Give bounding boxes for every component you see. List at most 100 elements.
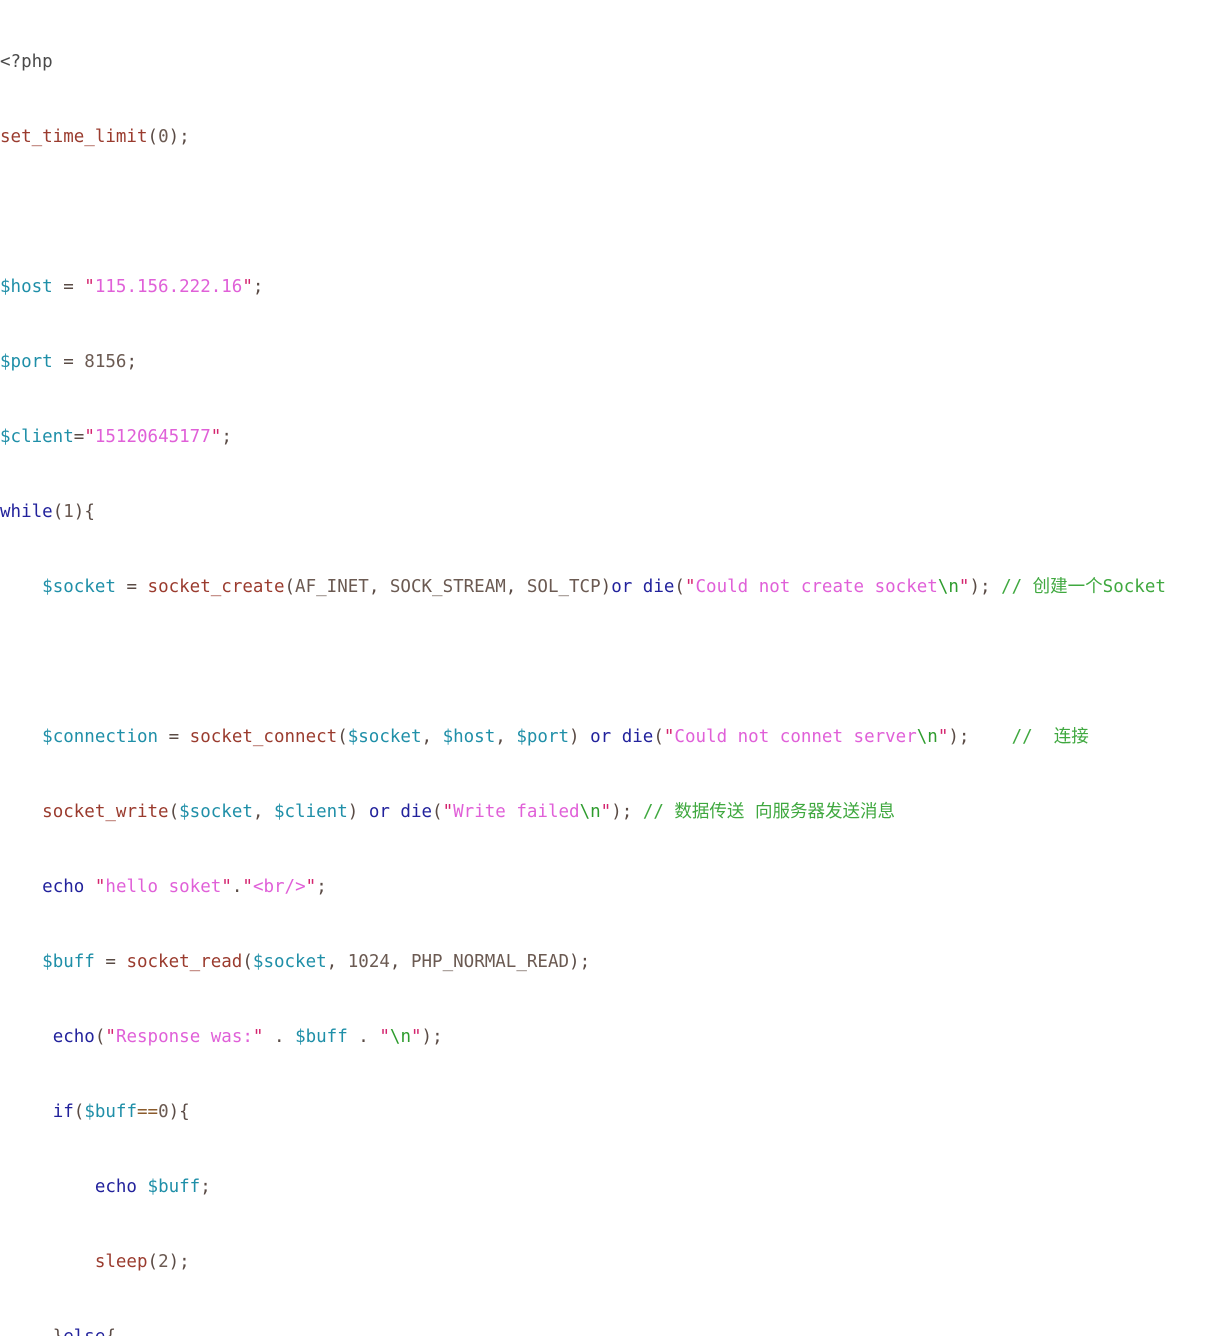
code-line-5: $port = 8156; — [0, 350, 1231, 375]
variable-client-arg: $client — [273, 802, 348, 822]
number-literal: 0 — [158, 1102, 169, 1122]
escape-newline: \n — [916, 727, 938, 747]
concat-operator: . — [263, 1027, 296, 1047]
variable-socket-arg: $socket — [347, 727, 422, 747]
paren-open: ( — [94, 1027, 106, 1047]
paren-close: ) — [347, 802, 369, 822]
string-host-value: 115.156.222.16 — [94, 277, 243, 297]
function-socket-connect: socket_connect — [189, 727, 338, 747]
paren-open: ( — [73, 1102, 85, 1122]
string-br-tag: <br/> — [252, 877, 306, 897]
comment-create-socket: // 创建一个Socket — [990, 577, 1166, 597]
quote-close: " — [410, 1027, 422, 1047]
assign-operator: = — [158, 727, 190, 747]
variable-buff: $buff — [84, 1102, 137, 1122]
code-listing[interactable]: <?php set_time_limit(0); $host = "115.15… — [0, 0, 1231, 1336]
statement-end: ; — [221, 427, 232, 447]
quote-open: " — [84, 277, 95, 297]
number-sleep-seconds: 2 — [158, 1252, 169, 1272]
quote-open: " — [242, 877, 253, 897]
function-set-time-limit: set_time_limit — [0, 127, 148, 147]
escape-newline: \n — [937, 577, 959, 597]
code-line-3-blank — [0, 200, 1231, 225]
code-line-17: sleep(2); — [0, 1250, 1231, 1275]
quote-close: " — [958, 577, 970, 597]
statement-end: ; — [316, 877, 327, 897]
code-line-7: while(1){ — [0, 500, 1231, 525]
variable-port-arg: $port — [516, 727, 570, 747]
block-open: ){ — [168, 1102, 190, 1122]
function-sleep: sleep — [94, 1252, 148, 1272]
code-line-16: echo $buff; — [0, 1175, 1231, 1200]
quote-close: " — [210, 427, 222, 447]
code-line-15: if($buff==0){ — [0, 1100, 1231, 1125]
paren-open: ( — [147, 1252, 159, 1272]
number-buffer-size: 1024 — [347, 952, 390, 972]
code-line-8: $socket = socket_create(AF_INET, SOCK_ST… — [0, 575, 1231, 600]
comment-connect: // 连接 — [969, 727, 1089, 747]
statement-end: ; — [126, 352, 137, 372]
code-line-6: $client="15120645177"; — [0, 425, 1231, 450]
arg-separator: , — [505, 577, 527, 597]
keyword-or-die: or die — [590, 727, 654, 747]
statement-end: ); — [168, 127, 190, 147]
variable-port: $port — [0, 352, 53, 372]
statement-end: ; — [252, 277, 264, 297]
code-line-18: }else{ — [0, 1325, 1231, 1336]
string-error-create: Could not create socket — [695, 577, 938, 597]
string-error-connect: Could not connet server — [674, 727, 917, 747]
arg-separator: , — [368, 577, 390, 597]
concat-operator: . — [231, 877, 243, 897]
block-close: } — [53, 1327, 64, 1336]
constant-sock-stream: SOCK_STREAM — [389, 577, 506, 597]
escape-newline: \n — [389, 1027, 411, 1047]
quote-close: " — [937, 727, 949, 747]
string-error-write: Write failed — [453, 802, 580, 822]
string-client-value: 15120645177 — [94, 427, 211, 447]
statement-end: ); — [421, 1027, 443, 1047]
assign-operator: = — [52, 277, 85, 297]
arg-separator: , — [389, 952, 411, 972]
code-line-12: echo "hello soket"."<br/>"; — [0, 875, 1231, 900]
variable-host-arg: $host — [442, 727, 496, 747]
number-port-value: 8156 — [84, 352, 127, 372]
code-line-9-blank — [0, 650, 1231, 675]
php-open-tag: <?php — [0, 52, 53, 72]
paren-close: ) — [600, 577, 612, 597]
constant-php-normal-read: PHP_NORMAL_READ — [410, 952, 570, 972]
escape-newline: \n — [579, 802, 601, 822]
variable-buff: $buff — [147, 1177, 201, 1197]
paren-open: ( — [242, 952, 253, 972]
quote-close: " — [305, 877, 317, 897]
variable-buff: $buff — [295, 1027, 348, 1047]
concat-operator: . — [347, 1027, 380, 1047]
quote-open: " — [84, 427, 95, 447]
function-socket-write: socket_write — [42, 802, 169, 822]
assign-operator: = — [94, 952, 127, 972]
keyword-echo: echo — [94, 1177, 137, 1197]
keyword-or-die: or die — [611, 577, 675, 597]
keyword-while: while — [0, 502, 53, 522]
paren-open: ( — [674, 577, 685, 597]
arg-separator: , — [326, 952, 348, 972]
paren-open: ( — [168, 802, 180, 822]
quote-open: " — [379, 1027, 390, 1047]
paren-open: ( — [147, 127, 159, 147]
arg-separator: , — [495, 727, 517, 747]
quote-open: " — [94, 877, 106, 897]
string-response-was: Response was: — [115, 1027, 253, 1047]
code-line-14: echo("Response was:" . $buff . "\n"); — [0, 1025, 1231, 1050]
quote-close: " — [600, 802, 612, 822]
assign-operator: = — [52, 352, 85, 372]
paren-close: ) — [569, 727, 591, 747]
paren-open: ( — [337, 727, 348, 747]
keyword-else: else — [63, 1327, 105, 1336]
block-open: ){ — [73, 502, 95, 522]
quote-open: " — [684, 577, 696, 597]
